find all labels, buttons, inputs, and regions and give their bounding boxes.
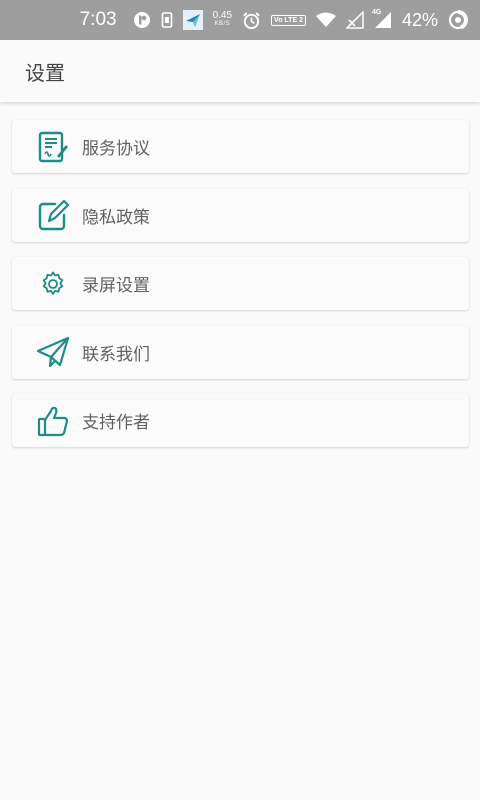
net-speed: 0.45 KB/S — [212, 10, 233, 28]
app-notification-icon — [182, 10, 203, 30]
menu-item-service-agreement[interactable]: 服务协议 — [12, 120, 469, 173]
no-signal-icon — [345, 11, 364, 29]
page-title: 设置 — [25, 60, 65, 85]
battery-percent: 42% — [401, 9, 438, 30]
thumbs-up-icon — [36, 404, 70, 438]
edit-icon — [36, 198, 70, 232]
net-speed-unit: KB/S — [214, 21, 231, 27]
status-time: 7:03 — [79, 9, 117, 30]
sim-icon — [161, 12, 173, 28]
menu-item-privacy-policy[interactable]: 隐私政策 — [12, 188, 469, 242]
notification-app-icon — [133, 11, 151, 29]
signal-4g-icon: 4G — [371, 9, 392, 29]
paper-plane-icon — [36, 335, 70, 369]
menu-item-label: 隐私政策 — [82, 207, 150, 228]
settings-menu: 服务协议 隐私政策 录屏设置 联系我们 支持作者 — [12, 120, 469, 463]
menu-item-contact-us[interactable]: 联系我们 — [12, 325, 469, 379]
net-speed-value: 0.45 — [212, 10, 233, 21]
menu-item-recording-settings[interactable]: 录屏设置 — [12, 257, 469, 310]
menu-item-label: 支持作者 — [82, 413, 150, 433]
menu-item-label: 服务协议 — [82, 139, 150, 159]
menu-item-support-author[interactable]: 支持作者 — [12, 394, 469, 447]
signal-type-label: 4G — [371, 9, 382, 16]
app-bar: 设置 — [0, 40, 480, 102]
gear-icon — [36, 267, 70, 301]
document-sign-icon — [36, 130, 70, 164]
menu-item-label: 联系我们 — [82, 344, 150, 365]
status-bar: 7:03 0.45 KB/S Vo LTE 2 4G 42% — [0, 0, 480, 40]
alarm-icon — [242, 11, 261, 30]
volte-icon: Vo LTE 2 — [271, 14, 306, 26]
wifi-icon — [315, 12, 336, 28]
battery-icon — [448, 10, 468, 30]
menu-item-label: 录屏设置 — [82, 276, 150, 296]
